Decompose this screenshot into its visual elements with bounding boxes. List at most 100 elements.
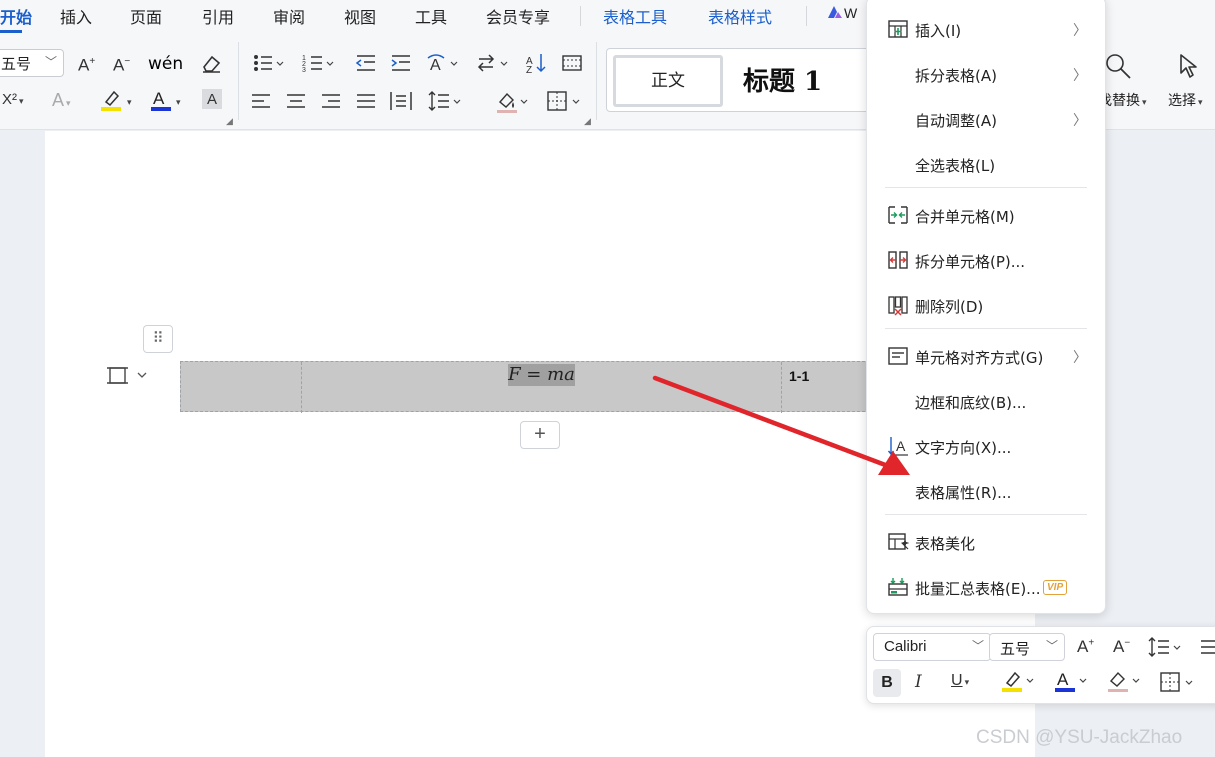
- tab-review[interactable]: 审阅: [273, 4, 305, 28]
- menu-item-batch-summary[interactable]: 批量汇总表格(E)... VIP: [867, 567, 1107, 607]
- superscript-button[interactable]: X² ▾: [2, 90, 24, 111]
- wps-ai-icon: [828, 6, 842, 18]
- tab-reference[interactable]: 引用: [202, 4, 234, 28]
- tab-start[interactable]: 开始: [0, 4, 32, 28]
- numbered-list-icon[interactable]: 123: [302, 52, 336, 74]
- equation-formula[interactable]: F = ma: [508, 364, 575, 386]
- mini-shrink-font-icon[interactable]: A−: [1113, 637, 1130, 657]
- align-left-icon[interactable]: [250, 90, 272, 112]
- chevron-down-icon: ﹀: [1045, 639, 1058, 653]
- mini-highlight-button[interactable]: [1001, 669, 1037, 697]
- mini-toolbar: Calibri ﹀ 五号 ﹀ A+ A− B I U ▾ A: [866, 626, 1215, 704]
- text-direction-icon: A: [887, 437, 908, 456]
- mini-line-spacing-icon[interactable]: [1147, 636, 1183, 662]
- svg-text:Z: Z: [526, 65, 532, 74]
- menu-item-label: 拆分表格(A): [915, 67, 997, 85]
- increase-indent-icon[interactable]: [390, 52, 412, 74]
- highlight-dropdown[interactable]: ▾: [125, 91, 132, 112]
- eraser-icon[interactable]: [200, 52, 222, 74]
- find-icon[interactable]: [1104, 52, 1132, 80]
- borders-icon[interactable]: [546, 90, 582, 112]
- select-button[interactable]: 选择 ▾: [1168, 90, 1203, 110]
- phonetic-guide-icon[interactable]: wén: [148, 52, 182, 74]
- menu-item-merge-cells[interactable]: 合并单元格(M): [867, 195, 1107, 235]
- decrease-indent-icon[interactable]: [355, 52, 377, 74]
- menu-item-label: 删除列(D): [915, 298, 984, 316]
- tab-page[interactable]: 页面: [130, 4, 162, 28]
- font-size-select[interactable]: 五号 ﹀: [0, 49, 64, 77]
- select-cursor-icon[interactable]: [1176, 52, 1204, 80]
- mini-borders-button[interactable]: [1159, 671, 1197, 697]
- menu-item-select-table[interactable]: 全选表格(L): [867, 144, 1107, 184]
- menu-item-table-beautify[interactable]: 表格美化: [867, 522, 1107, 562]
- align-center-icon[interactable]: [285, 90, 307, 112]
- add-row-button[interactable]: +: [520, 421, 560, 449]
- mini-font-color-button[interactable]: A: [1054, 669, 1090, 697]
- sort-icon[interactable]: AZ: [526, 52, 548, 74]
- menu-item-table-properties[interactable]: 表格属性(R)...: [867, 471, 1107, 511]
- cell-align-icon: [888, 347, 908, 365]
- font-color-dropdown[interactable]: ▾: [174, 91, 181, 112]
- tab-wps-ai[interactable]: W: [826, 4, 857, 23]
- bullet-list-icon[interactable]: [252, 52, 286, 74]
- mini-italic-button[interactable]: I: [915, 672, 922, 692]
- text-effect-icon[interactable]: A ▾: [52, 90, 71, 113]
- menu-item-cell-alignment[interactable]: 单元格对齐方式(G) 〉: [867, 336, 1107, 376]
- sort-direction-icon[interactable]: [476, 52, 510, 74]
- tab-member[interactable]: 会员专享: [486, 4, 550, 28]
- distributed-align-icon[interactable]: [389, 90, 413, 112]
- select-label: 选择: [1168, 92, 1196, 108]
- table-select-icon: [107, 367, 147, 384]
- svg-text:3: 3: [302, 67, 306, 74]
- mini-grow-font-icon[interactable]: A+: [1077, 637, 1094, 657]
- highlight-color-button[interactable]: [100, 88, 122, 112]
- menu-item-label: 自动调整(A): [915, 112, 997, 130]
- chevron-down-icon: ﹀: [44, 55, 57, 69]
- menu-item-insert[interactable]: 插入(I) 〉: [867, 9, 1107, 49]
- shading-icon[interactable]: [496, 90, 530, 114]
- document-table[interactable]: F = ma 1-1: [180, 361, 870, 413]
- style-heading-1[interactable]: 标题 1: [743, 61, 822, 98]
- mini-underline-button[interactable]: U ▾: [951, 672, 969, 690]
- equation-number: 1-1: [789, 368, 810, 384]
- mini-font-name-select[interactable]: Calibri ﹀: [873, 633, 991, 661]
- show-formatting-icon[interactable]: [561, 52, 583, 74]
- chevron-right-icon: 〉: [1073, 349, 1087, 365]
- font-dialog-launcher-icon[interactable]: ◢: [226, 116, 233, 127]
- mini-font-size-select[interactable]: 五号 ﹀: [989, 633, 1065, 661]
- char-shading-icon[interactable]: A: [201, 88, 223, 110]
- menu-item-text-direction[interactable]: A 文字方向(X)...: [867, 426, 1107, 466]
- ribbon-group-divider: [238, 42, 239, 120]
- font-color-button[interactable]: A: [150, 88, 172, 112]
- menu-item-delete-column[interactable]: 删除列(D): [867, 285, 1107, 325]
- tab-view[interactable]: 视图: [344, 4, 376, 28]
- shrink-font-icon[interactable]: A−: [113, 52, 130, 76]
- menu-item-split-cells[interactable]: 拆分单元格(P)...: [867, 240, 1107, 280]
- table-cell-border: [781, 362, 782, 413]
- style-normal[interactable]: 正文: [613, 55, 723, 107]
- menu-item-auto-fit[interactable]: 自动调整(A) 〉: [867, 99, 1107, 139]
- grow-font-icon[interactable]: A+: [78, 52, 95, 76]
- tab-table-style[interactable]: 表格样式: [708, 4, 772, 28]
- justify-icon[interactable]: [355, 90, 377, 112]
- mini-shading-button[interactable]: [1107, 669, 1143, 697]
- style-gallery: 正文 标题 1: [606, 48, 876, 112]
- menu-item-borders-shading[interactable]: 边框和底纹(B)...: [867, 381, 1107, 421]
- mini-list-icon[interactable]: [1199, 636, 1215, 662]
- tab-insert[interactable]: 插入: [60, 4, 92, 28]
- insert-table-icon: [888, 20, 908, 38]
- line-spacing-icon[interactable]: [427, 90, 463, 112]
- table-move-handle-icon[interactable]: ⠿: [143, 325, 173, 353]
- table-cell-border: [301, 362, 302, 413]
- mini-bold-button[interactable]: B: [873, 669, 901, 697]
- context-menu: 插入(I) 〉 拆分表格(A) 〉 自动调整(A) 〉 全选表格(L) 合并单元…: [866, 0, 1106, 614]
- mini-font-size-value: 五号: [1000, 641, 1031, 658]
- paragraph-dialog-launcher-icon[interactable]: ◢: [584, 116, 591, 127]
- menu-item-split-table[interactable]: 拆分表格(A) 〉: [867, 54, 1107, 94]
- align-right-icon[interactable]: [320, 90, 342, 112]
- table-select-control[interactable]: [104, 362, 152, 390]
- menu-item-label: 表格属性(R)...: [915, 484, 1012, 502]
- tab-tools[interactable]: 工具: [415, 4, 447, 28]
- tab-table-tools[interactable]: 表格工具: [603, 4, 667, 28]
- text-direction-ribbon-icon[interactable]: A: [426, 52, 460, 74]
